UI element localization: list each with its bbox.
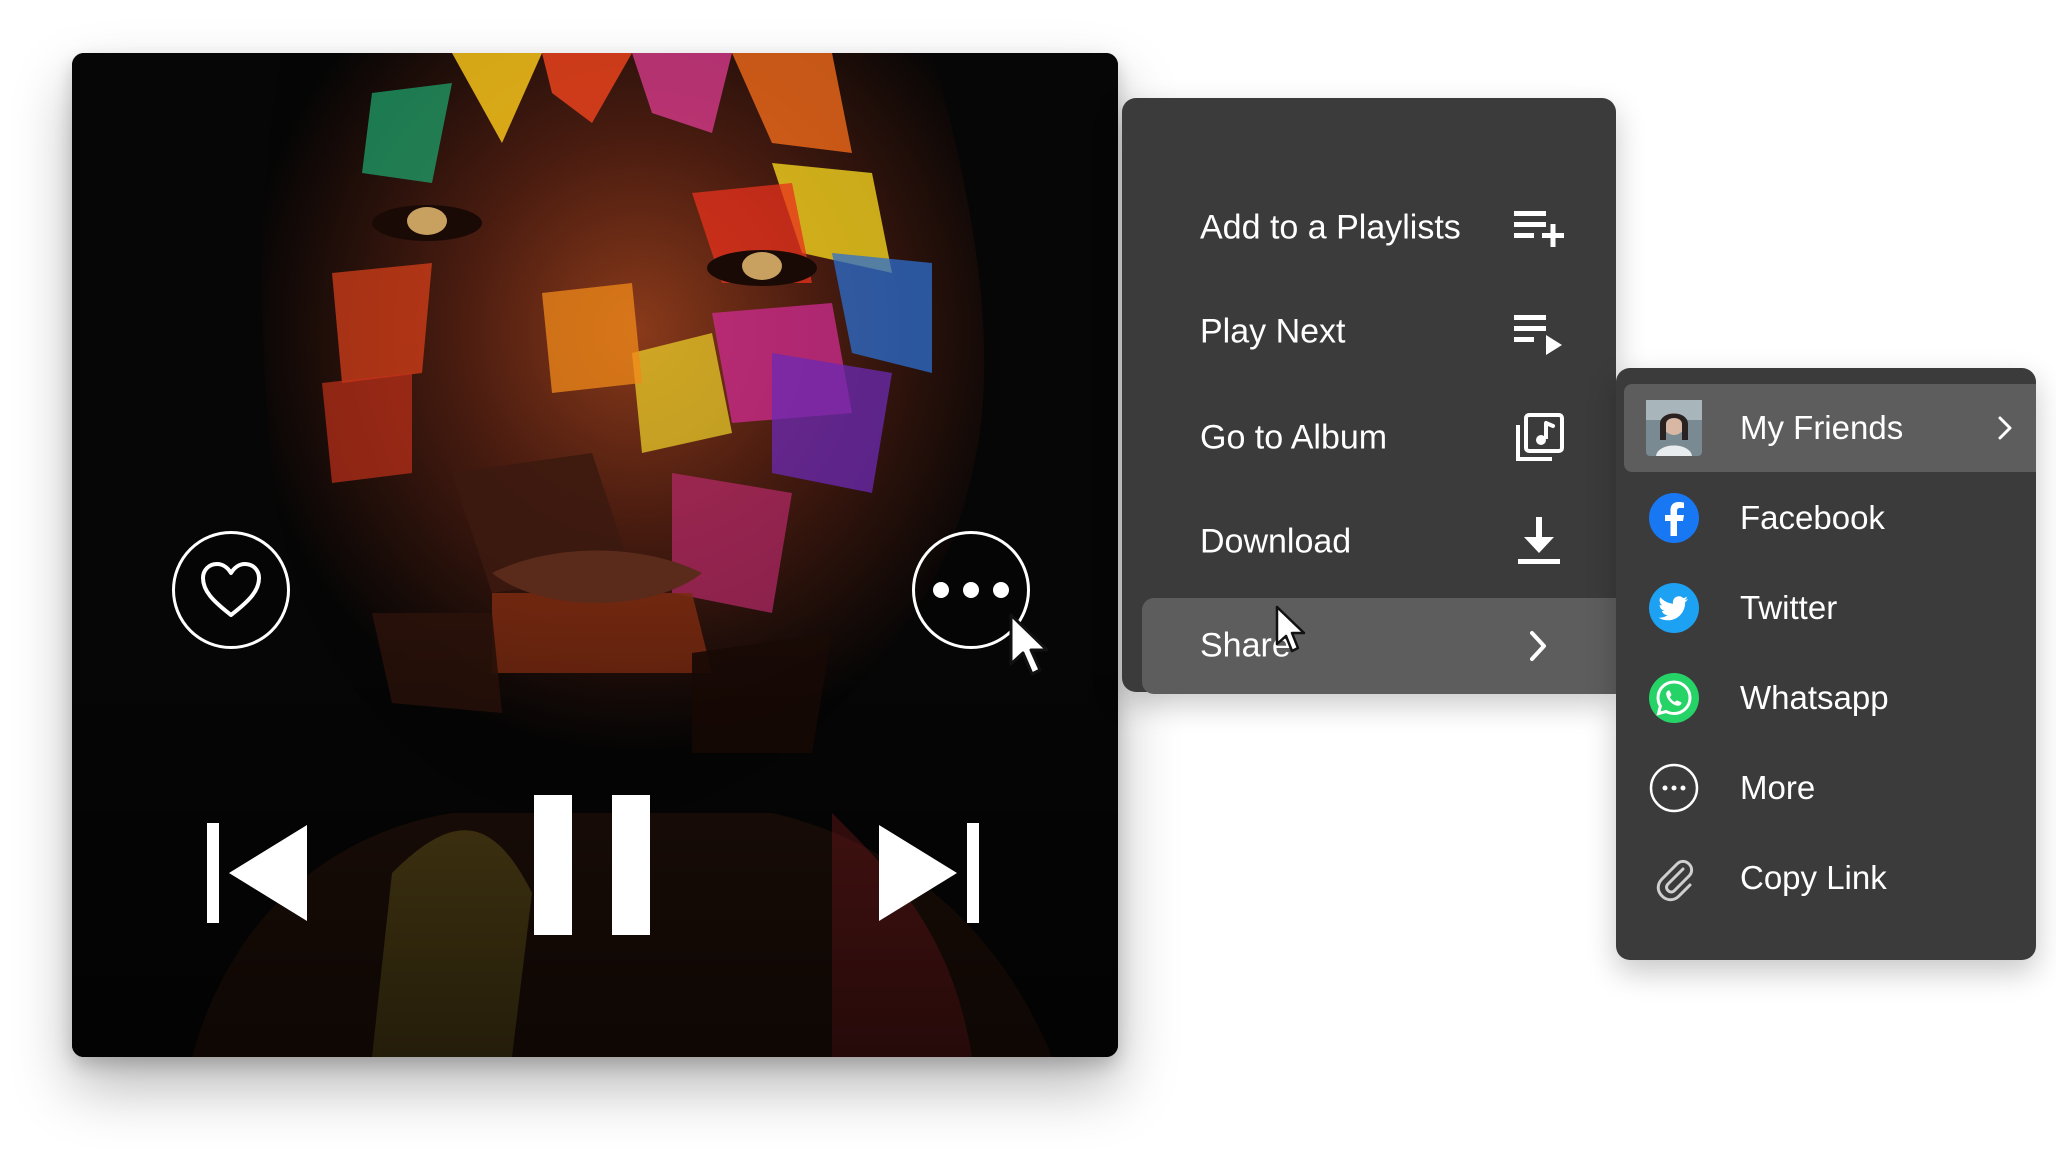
album-player-card — [72, 53, 1118, 1057]
menu-item-label: Go to Album — [1200, 418, 1388, 457]
share-item-label: Copy Link — [1740, 859, 1887, 896]
facebook-icon — [1649, 493, 1699, 543]
share-item-label: Twitter — [1740, 589, 1838, 626]
skip-next-icon — [879, 823, 979, 923]
like-button[interactable] — [172, 531, 290, 649]
playlist-add-icon — [1514, 211, 1564, 247]
play-next-icon — [1514, 315, 1562, 355]
twitter-icon — [1649, 583, 1699, 633]
previous-track-button[interactable] — [207, 813, 317, 933]
menu-item-label: Share — [1200, 626, 1291, 665]
track-context-menu: Add to a Playlists Play Next Go to Album — [1122, 98, 1616, 694]
menu-item-share[interactable]: Share — [1142, 598, 1616, 694]
more-circle-icon — [1649, 763, 1699, 813]
share-item-my-friends[interactable]: My Friends — [1624, 384, 2036, 472]
download-icon — [1518, 517, 1560, 564]
share-item-whatsapp[interactable]: Whatsapp — [1624, 654, 2036, 742]
menu-item-label: Play Next — [1200, 312, 1346, 351]
menu-item-play-next[interactable]: Play Next — [1142, 284, 1616, 380]
menu-item-add-to-playlist[interactable]: Add to a Playlists — [1142, 180, 1616, 276]
more-dots-icon — [933, 582, 1009, 598]
heart-outline-icon — [201, 562, 261, 617]
pause-icon — [534, 795, 650, 935]
chevron-right-icon — [1530, 631, 1546, 661]
paperclip-icon — [1656, 859, 1694, 902]
menu-item-go-to-album[interactable]: Go to Album — [1142, 390, 1616, 486]
menu-item-download[interactable]: Download — [1142, 494, 1616, 590]
skip-previous-icon — [207, 823, 307, 923]
pause-button[interactable] — [534, 795, 650, 951]
album-icon — [1516, 413, 1564, 461]
chevron-right-icon — [1998, 416, 2012, 440]
menu-item-label: Add to a Playlists — [1200, 208, 1461, 247]
share-item-label: Facebook — [1740, 499, 1885, 536]
friend-avatar — [1646, 400, 1702, 456]
stage: Add to a Playlists Play Next Go to Album — [0, 0, 2056, 1153]
more-options-button[interactable] — [912, 531, 1030, 649]
whatsapp-icon — [1649, 673, 1699, 723]
share-item-twitter[interactable]: Twitter — [1624, 564, 2036, 652]
share-item-more[interactable]: More — [1624, 744, 2036, 832]
share-submenu: My Friends Facebook Twitter Whatsapp Mor… — [1616, 368, 2036, 960]
share-item-facebook[interactable]: Facebook — [1624, 474, 2036, 562]
menu-item-label: Download — [1200, 522, 1352, 561]
next-track-button[interactable] — [869, 813, 979, 933]
share-item-label: Whatsapp — [1740, 679, 1889, 716]
share-item-copy-link[interactable]: Copy Link — [1624, 834, 2036, 922]
share-item-label: My Friends — [1740, 409, 1904, 446]
share-item-label: More — [1740, 769, 1816, 806]
